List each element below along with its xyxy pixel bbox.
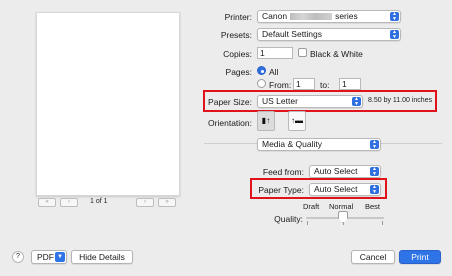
chevron-down-icon: ▼ xyxy=(55,252,65,262)
pdf-label: PDF xyxy=(37,252,54,262)
pages-label: Pages: xyxy=(225,67,252,77)
feed-from-label: Feed from: xyxy=(262,167,304,177)
last-page-button[interactable]: » xyxy=(158,198,176,207)
paper-type-label: Paper Type: xyxy=(258,185,304,195)
feed-from-popup[interactable]: Auto Select ▲ ▼ xyxy=(309,165,381,178)
printer-model-redacted xyxy=(290,13,333,21)
pages-from-field[interactable]: 1 xyxy=(293,78,315,90)
pages-all-radio[interactable] xyxy=(257,66,266,75)
paper-type-popup[interactable]: Auto Select ▲ ▼ xyxy=(309,183,381,196)
paper-type-value: Auto Select xyxy=(314,184,358,194)
help-button[interactable]: ? xyxy=(12,251,24,263)
feed-from-value: Auto Select xyxy=(314,166,358,176)
print-button[interactable]: Print xyxy=(399,250,441,264)
orientation-label: Orientation: xyxy=(208,118,252,128)
popup-arrows-icon: ▲ ▼ xyxy=(370,167,379,176)
printer-name-prefix: Canon xyxy=(262,11,288,21)
pages-from-radio[interactable] xyxy=(257,79,266,88)
printer-label: Printer: xyxy=(224,12,252,22)
quality-tick-draft xyxy=(307,221,308,225)
copies-field[interactable]: 1 xyxy=(257,47,293,59)
pages-all-label: All xyxy=(269,67,279,77)
section-value: Media & Quality xyxy=(262,139,322,149)
popup-arrows-icon: ▲ ▼ xyxy=(390,30,399,39)
popup-arrows-icon: ▲ ▼ xyxy=(390,12,399,21)
portrait-orientation-button[interactable]: ▮↑ xyxy=(257,111,275,131)
black-white-checkbox[interactable] xyxy=(298,48,307,57)
page-preview xyxy=(36,12,180,196)
page-indicator: 1 of 1 xyxy=(90,198,108,205)
quality-slider-thumb[interactable] xyxy=(338,211,348,223)
pdf-menu-button[interactable]: PDF ▼ xyxy=(31,250,67,264)
copies-label: Copies: xyxy=(223,49,252,59)
paper-dimensions: 8.50 by 11.00 inches xyxy=(368,97,433,104)
first-page-button[interactable]: « xyxy=(38,198,56,207)
black-white-label: Black & White xyxy=(310,49,363,59)
printer-popup[interactable]: Canon series ▲ ▼ xyxy=(257,10,401,23)
printer-name-suffix: series xyxy=(335,11,358,21)
popup-arrows-icon: ▲ ▼ xyxy=(370,185,379,194)
quality-label: Quality: xyxy=(274,214,303,224)
presets-label: Presets: xyxy=(220,30,252,40)
section-popup[interactable]: Media & Quality ▲ ▼ xyxy=(257,138,381,151)
popup-arrows-icon: ▲ ▼ xyxy=(352,97,361,106)
paper-size-popup[interactable]: US Letter ▲ ▼ xyxy=(257,95,363,108)
cancel-button[interactable]: Cancel xyxy=(351,250,395,264)
hide-details-button[interactable]: Hide Details xyxy=(71,250,133,264)
quality-best-label: Best xyxy=(365,202,381,211)
presets-value: Default Settings xyxy=(262,29,323,39)
portrait-icon: ▮↑ xyxy=(261,116,271,125)
pages-to-field[interactable]: 1 xyxy=(339,78,361,90)
pages-to-label: to: xyxy=(320,80,330,90)
previous-page-button[interactable]: ‹ xyxy=(60,198,78,207)
quality-tick-best xyxy=(382,221,383,225)
pages-from-label: From: xyxy=(269,80,292,90)
popup-arrows-icon: ▲ ▼ xyxy=(370,140,379,149)
paper-size-value: US Letter xyxy=(262,96,298,106)
landscape-icon: ↑▬ xyxy=(291,116,303,125)
quality-normal-label: Normal xyxy=(329,202,354,211)
presets-popup[interactable]: Default Settings ▲ ▼ xyxy=(257,28,401,41)
paper-size-label: Paper Size: xyxy=(208,97,252,107)
next-page-button[interactable]: › xyxy=(136,198,154,207)
quality-draft-label: Draft xyxy=(303,202,320,211)
landscape-orientation-button[interactable]: ↑▬ xyxy=(288,111,306,131)
